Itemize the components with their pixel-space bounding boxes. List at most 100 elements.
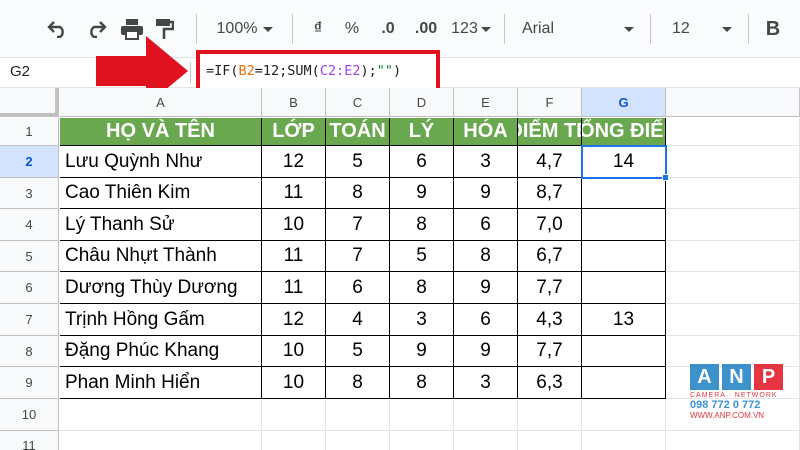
empty-cell[interactable] xyxy=(518,399,582,431)
empty-cell[interactable] xyxy=(454,431,518,450)
name-cell[interactable]: Cao Thiên Kim xyxy=(60,178,262,209)
row-header-5[interactable]: 5 xyxy=(0,241,59,272)
data-cell[interactable]: 13 xyxy=(582,304,666,336)
header-cell[interactable]: TOÁN xyxy=(326,118,390,146)
empty-cell[interactable] xyxy=(582,399,666,431)
empty-cell[interactable] xyxy=(666,336,800,367)
data-cell[interactable]: 8 xyxy=(390,367,454,399)
more-formats-select[interactable]: 123 xyxy=(446,16,496,42)
name-cell[interactable]: Châu Nhựt Thành xyxy=(60,241,262,272)
row-header-4[interactable]: 4 xyxy=(0,209,59,241)
select-all-corner[interactable] xyxy=(0,88,59,117)
data-cell[interactable]: 8 xyxy=(326,178,390,209)
empty-cell[interactable] xyxy=(666,118,800,146)
data-cell[interactable]: 9 xyxy=(454,178,518,209)
row-header-1[interactable]: 1 xyxy=(0,118,59,146)
row-header-6[interactable]: 6 xyxy=(0,272,59,304)
column-header-f[interactable]: F xyxy=(518,88,582,117)
row-header-10[interactable]: 10 xyxy=(0,399,59,431)
empty-cell[interactable] xyxy=(60,399,262,431)
data-cell[interactable]: 9 xyxy=(390,178,454,209)
header-cell[interactable]: LÝ xyxy=(390,118,454,146)
data-cell[interactable]: 8 xyxy=(390,209,454,241)
name-cell[interactable]: Lưu Quỳnh Như xyxy=(60,146,262,178)
data-cell[interactable]: 7,7 xyxy=(518,272,582,304)
empty-cell[interactable] xyxy=(390,399,454,431)
undo-button[interactable] xyxy=(44,16,72,42)
data-cell[interactable]: 4,7 xyxy=(518,146,582,178)
name-cell[interactable]: Trịnh Hồng Gấm xyxy=(60,304,262,336)
column-header-e[interactable]: E xyxy=(454,88,518,117)
data-cell[interactable]: 8,7 xyxy=(518,178,582,209)
column-header-a[interactable]: A xyxy=(60,88,262,117)
data-cell[interactable]: 4 xyxy=(326,304,390,336)
currency-format-button[interactable]: ₫ xyxy=(304,16,332,42)
empty-cell[interactable] xyxy=(666,146,800,178)
data-cell[interactable]: 7 xyxy=(326,241,390,272)
data-cell[interactable]: 7,7 xyxy=(518,336,582,367)
data-cell[interactable]: 10 xyxy=(262,367,326,399)
header-cell[interactable]: HÓA xyxy=(454,118,518,146)
data-cell[interactable]: 8 xyxy=(454,241,518,272)
row-header-9[interactable]: 9 xyxy=(0,367,59,399)
empty-cell[interactable] xyxy=(454,399,518,431)
data-cell[interactable]: 11 xyxy=(262,241,326,272)
data-cell[interactable]: 5 xyxy=(326,146,390,178)
empty-cell[interactable] xyxy=(666,304,800,336)
row-header-3[interactable]: 3 xyxy=(0,178,59,209)
data-cell[interactable]: 3 xyxy=(390,304,454,336)
empty-cell[interactable] xyxy=(666,209,800,241)
header-cell[interactable]: LỚP xyxy=(262,118,326,146)
data-cell[interactable]: 10 xyxy=(262,209,326,241)
data-cell[interactable]: 12 xyxy=(262,304,326,336)
column-header-b[interactable]: B xyxy=(262,88,326,117)
header-cell[interactable]: HỌ VÀ TÊN xyxy=(60,118,262,146)
empty-cell[interactable] xyxy=(390,431,454,450)
formula-input[interactable]: =IF(B2 =12;SUM(C2:E2); "") xyxy=(196,50,440,92)
empty-cell[interactable] xyxy=(326,431,390,450)
empty-cell[interactable] xyxy=(666,178,800,209)
data-cell[interactable]: 14 xyxy=(582,146,666,178)
column-header-d[interactable]: D xyxy=(390,88,454,117)
data-cell[interactable] xyxy=(582,209,666,241)
fill-handle[interactable] xyxy=(662,174,669,181)
column-header-g[interactable]: G xyxy=(582,88,666,117)
name-cell[interactable]: Dương Thùy Dương xyxy=(60,272,262,304)
data-cell[interactable]: 8 xyxy=(326,367,390,399)
name-cell[interactable]: Lý Thanh Sử xyxy=(60,209,262,241)
data-cell[interactable]: 9 xyxy=(454,336,518,367)
name-box[interactable]: G2 xyxy=(10,63,30,80)
empty-cell[interactable] xyxy=(262,399,326,431)
data-cell[interactable] xyxy=(582,336,666,367)
name-cell[interactable]: Đặng Phúc Khang xyxy=(60,336,262,367)
font-family-select[interactable]: Arial xyxy=(516,16,640,42)
data-cell[interactable]: 6,3 xyxy=(518,367,582,399)
empty-cell[interactable] xyxy=(666,272,800,304)
column-header-c[interactable]: C xyxy=(326,88,390,117)
data-cell[interactable] xyxy=(582,367,666,399)
header-cell[interactable]: ĐIỂM TB xyxy=(518,118,582,146)
percent-format-button[interactable]: % xyxy=(338,16,366,42)
decrease-decimal-button[interactable]: .0 xyxy=(372,16,404,42)
row-header-7[interactable]: 7 xyxy=(0,304,59,336)
data-cell[interactable]: 6 xyxy=(454,209,518,241)
row-header-11[interactable]: 11 xyxy=(0,431,59,450)
empty-cell[interactable] xyxy=(60,431,262,450)
empty-cell[interactable] xyxy=(326,399,390,431)
data-cell[interactable]: 3 xyxy=(454,146,518,178)
data-cell[interactable]: 6 xyxy=(326,272,390,304)
bold-button[interactable]: B xyxy=(758,16,788,42)
data-cell[interactable]: 10 xyxy=(262,336,326,367)
data-cell[interactable]: 4,3 xyxy=(518,304,582,336)
font-size-select[interactable]: 12 xyxy=(664,16,740,42)
data-cell[interactable]: 6 xyxy=(390,146,454,178)
data-cell[interactable]: 7 xyxy=(326,209,390,241)
data-cell[interactable] xyxy=(582,178,666,209)
increase-decimal-button[interactable]: .00 xyxy=(408,16,444,42)
empty-cell[interactable] xyxy=(666,241,800,272)
header-cell[interactable]: TỔNG ĐIỂM xyxy=(582,118,666,146)
data-cell[interactable]: 11 xyxy=(262,272,326,304)
data-cell[interactable]: 9 xyxy=(454,272,518,304)
row-header-8[interactable]: 8 xyxy=(0,336,59,367)
data-cell[interactable]: 6,7 xyxy=(518,241,582,272)
